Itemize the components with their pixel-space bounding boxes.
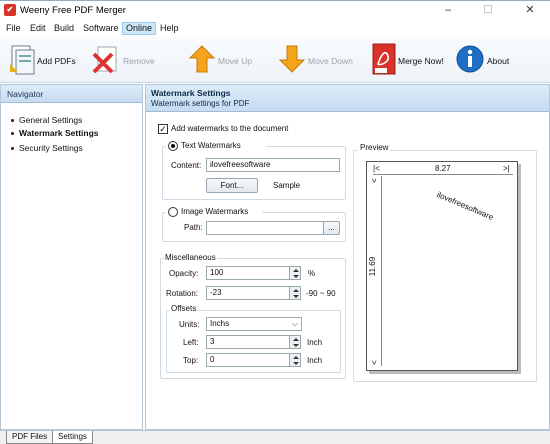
bullet-icon [11, 147, 14, 151]
tab-pdf-files[interactable]: PDF Files [6, 431, 54, 444]
page-width-value: 8.27 [435, 164, 451, 173]
path-input[interactable] [206, 221, 324, 235]
text-watermarks-label: Text Watermarks [181, 141, 241, 150]
bullet-icon [11, 119, 14, 123]
nav-item-security-settings[interactable]: Security Settings [11, 143, 83, 153]
top-offset-spinner[interactable] [289, 353, 301, 367]
miscellaneous-label: Miscellaneous [164, 253, 217, 262]
height-dimension-line [381, 176, 382, 366]
image-watermarks-radio[interactable] [168, 207, 178, 217]
rotation-spinner[interactable] [289, 286, 301, 300]
panel-header: Watermark Settings Watermark settings fo… [146, 85, 549, 112]
menu-help[interactable]: Help [157, 22, 182, 35]
menu-bar: File Edit Build Software Online Help [0, 20, 550, 36]
navigator-header: Navigator [1, 85, 142, 103]
about-label: About [487, 56, 510, 66]
opacity-input[interactable]: 100 [206, 266, 290, 280]
page-height-value: 11.69 [368, 256, 378, 277]
browse-button[interactable]: ... [323, 221, 340, 235]
add-pdfs-label: Add PDFs [37, 56, 76, 66]
remove-label: Remove [123, 56, 155, 66]
remove-button[interactable]: Remove [90, 42, 160, 78]
preview-page: |< 8.27 >| < 11.69 < ilovefreesoftware [366, 161, 518, 371]
app-icon: ✔ [4, 4, 16, 16]
minimize-button[interactable]: – [430, 1, 466, 20]
width-arrow-left: |< [373, 164, 380, 173]
opacity-label: Opacity: [169, 269, 199, 278]
left-unit: Inch [307, 338, 323, 347]
rotation-range: -90 ~ 90 [306, 289, 336, 298]
panel-subtitle: Watermark settings for PDF [151, 99, 250, 108]
remove-icon [92, 46, 117, 74]
left-offset-input[interactable]: 3 [206, 335, 290, 349]
text-watermarks-radio[interactable] [168, 141, 178, 151]
arrow-down-icon [278, 45, 306, 73]
menu-software[interactable]: Software [80, 22, 122, 35]
bullet-icon [11, 132, 14, 136]
content-label: Content: [171, 161, 202, 170]
watermark-preview-text: ilovefreesoftware [435, 190, 495, 222]
arrow-up-icon [188, 45, 216, 73]
menu-online[interactable]: Online [122, 22, 157, 35]
sample-label: Sample [273, 181, 301, 190]
chevron-down-icon: ⌵ [291, 319, 298, 328]
menu-edit[interactable]: Edit [27, 22, 49, 35]
width-dimension-line [373, 174, 513, 175]
add-pdfs-button[interactable]: Add PDFs [6, 42, 76, 78]
toolbar: Add PDFs Remove Move Up Move Down Merge … [0, 36, 550, 83]
move-up-label: Move Up [218, 56, 253, 66]
bottom-tabs: PDF Files Settings [0, 430, 550, 444]
opacity-unit: % [308, 269, 316, 278]
close-button[interactable]: ✕ [512, 1, 548, 20]
units-select[interactable]: Inchs ⌵ [206, 317, 302, 331]
maximize-button[interactable]: ☐ [470, 1, 506, 20]
width-arrow-right: >| [503, 164, 510, 173]
height-arrow-bottom: < [369, 360, 379, 365]
top-unit: Inch [307, 356, 323, 365]
add-pdfs-icon [10, 45, 35, 75]
preview-group: Preview |< 8.27 >| < 11.69 < ilovefreeso… [353, 143, 537, 382]
nav-item-watermark-settings[interactable]: Watermark Settings [11, 128, 99, 138]
rotation-label: Rotation: [166, 289, 199, 298]
offsets-label: Offsets [170, 304, 198, 313]
rotation-input[interactable]: -23 [206, 286, 290, 300]
opacity-spinner[interactable] [289, 266, 301, 280]
nav-item-general-settings[interactable]: General Settings [11, 115, 82, 125]
top-label: Top: [183, 356, 199, 365]
left-offset-spinner[interactable] [289, 335, 301, 349]
move-down-button[interactable]: Move Down [278, 42, 358, 78]
info-icon [456, 45, 484, 73]
title-bar: ✔ Weeny Free PDF Merger – ☐ ✕ [0, 0, 550, 20]
height-arrow-top: < [369, 178, 379, 183]
content-input[interactable]: ilovefreesoftware [206, 158, 340, 172]
image-watermarks-label: Image Watermarks [181, 207, 249, 216]
watermark-settings-panel: Watermark Settings Watermark settings fo… [145, 84, 550, 430]
panel-title: Watermark Settings [151, 88, 231, 98]
menu-build[interactable]: Build [51, 22, 77, 35]
top-offset-input[interactable]: 0 [206, 353, 290, 367]
about-button[interactable]: About [456, 42, 516, 78]
navigator-title: Navigator [7, 89, 44, 99]
move-up-button[interactable]: Move Up [188, 42, 260, 78]
path-label: Path: [184, 223, 203, 232]
tab-settings[interactable]: Settings [52, 431, 93, 444]
menu-file[interactable]: File [3, 22, 24, 35]
units-value: Inchs [210, 319, 230, 328]
preview-title: Preview [358, 143, 391, 152]
window-title: Weeny Free PDF Merger [20, 5, 126, 16]
move-down-label: Move Down [308, 56, 353, 66]
navigator-panel: Navigator General Settings Watermark Set… [0, 84, 143, 430]
left-label: Left: [183, 338, 199, 347]
font-button[interactable]: Font... [206, 178, 258, 193]
merge-now-label: Merge Now! [398, 56, 444, 66]
add-watermarks-checkbox[interactable]: ✓ [158, 124, 168, 134]
add-watermarks-label: Add watermarks to the document [171, 124, 289, 133]
units-label: Units: [179, 320, 200, 329]
merge-now-button[interactable]: Merge Now! [370, 42, 450, 78]
